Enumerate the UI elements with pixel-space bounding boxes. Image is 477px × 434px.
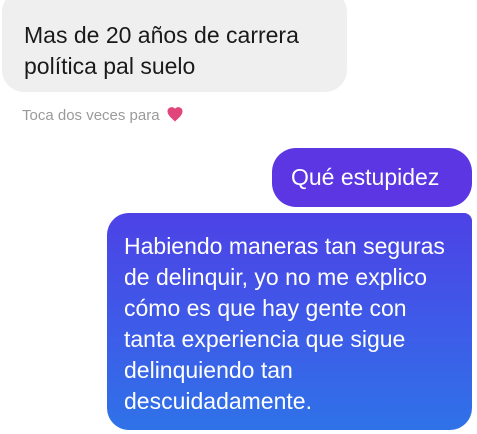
received-message-bubble[interactable]: Mas de 20 años de carrera política pal s… xyxy=(2,0,347,92)
chat-thread: Mas de 20 años de carrera política pal s… xyxy=(0,0,477,434)
double-tap-hint: Toca dos veces para xyxy=(22,104,184,126)
sent-message-bubble[interactable]: Qué estupidez xyxy=(272,148,472,207)
sent-message-bubble[interactable]: Habiendo maneras tan seguras de delinqui… xyxy=(107,213,472,430)
heart-icon xyxy=(166,107,184,123)
hint-text: Toca dos veces para xyxy=(22,106,160,124)
